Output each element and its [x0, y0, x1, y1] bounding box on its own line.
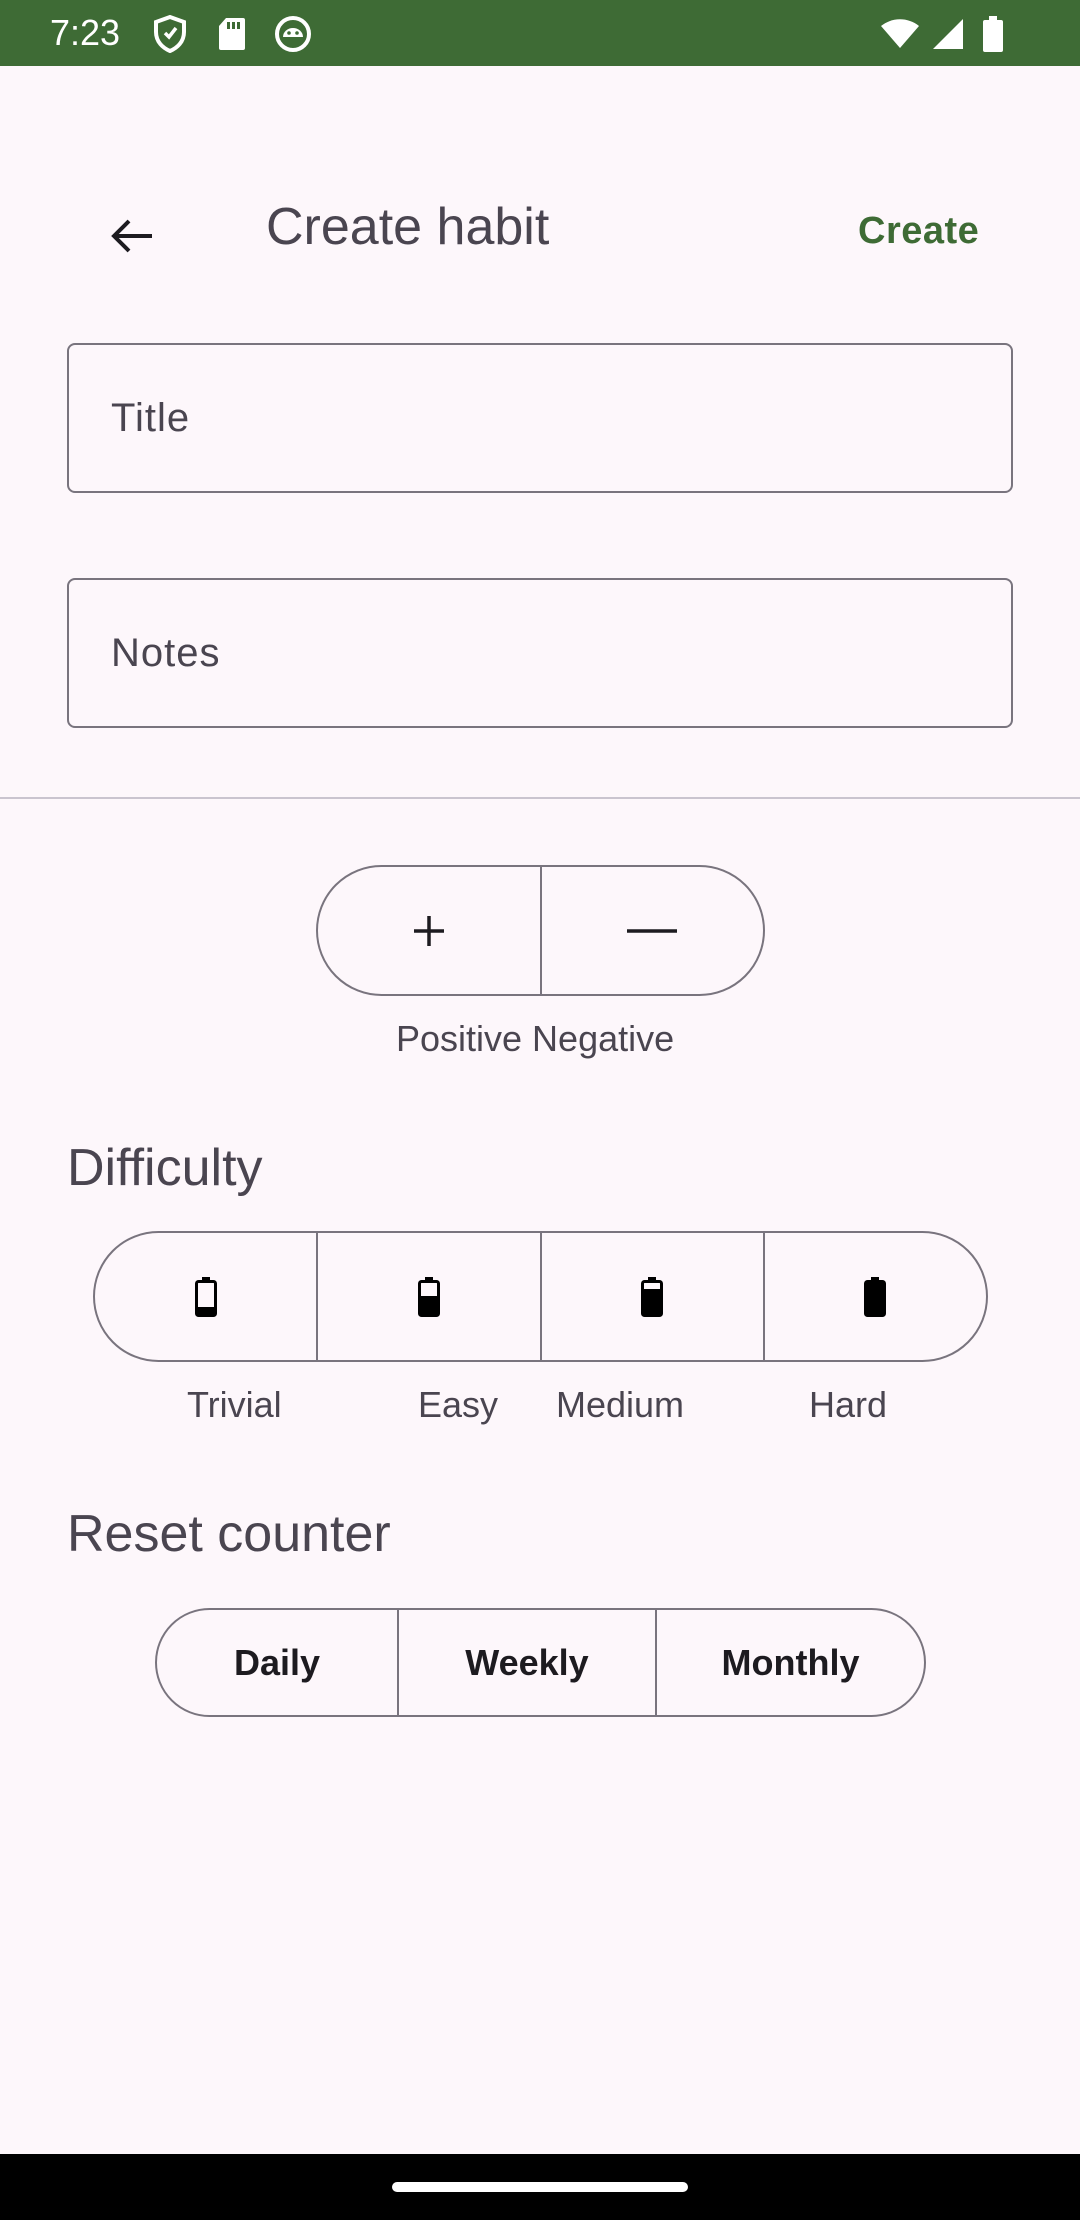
- title-input[interactable]: Title: [67, 343, 1013, 493]
- difficulty-medium-button[interactable]: [539, 1233, 763, 1360]
- create-button[interactable]: Create: [858, 207, 979, 255]
- battery-low-icon: [194, 1276, 217, 1317]
- polarity-segmented-button: [316, 865, 765, 996]
- title-placeholder: Title: [111, 395, 191, 440]
- difficulty-easy-button[interactable]: [316, 1233, 539, 1360]
- minus-icon: [627, 928, 678, 933]
- negative-button[interactable]: [539, 867, 764, 994]
- notes-input[interactable]: Notes: [67, 578, 1013, 728]
- home-gesture-handle[interactable]: [392, 2182, 688, 2192]
- difficulty-trivial-button[interactable]: [95, 1233, 316, 1360]
- battery-full-icon: [864, 1276, 887, 1317]
- notes-placeholder: Notes: [111, 630, 221, 675]
- sd-card-icon: [212, 14, 252, 54]
- shield-icon: [150, 14, 190, 54]
- plus-icon: [413, 915, 444, 946]
- difficulty-label-easy: Easy: [418, 1384, 499, 1425]
- arrow-left-icon: [111, 219, 152, 253]
- battery-half-icon: [417, 1276, 440, 1317]
- page-title: Create habit: [266, 198, 550, 256]
- polarity-labels: Positive Negative: [396, 1018, 675, 1059]
- reset-monthly-button[interactable]: Monthly: [655, 1610, 924, 1715]
- wifi-icon: [880, 14, 920, 54]
- difficulty-title: Difficulty: [67, 1139, 263, 1197]
- difficulty-label-hard: Hard: [809, 1384, 888, 1425]
- difficulty-hard-button[interactable]: [762, 1233, 986, 1360]
- difficulty-label-medium: Medium: [556, 1384, 685, 1425]
- difficulty-segmented-button: [93, 1231, 988, 1362]
- status-time: 7:23: [50, 12, 121, 53]
- divider: [0, 797, 1080, 799]
- back-button[interactable]: [92, 196, 172, 276]
- reset-weekly-button[interactable]: Weekly: [397, 1610, 655, 1715]
- positive-button[interactable]: [318, 867, 540, 994]
- reset-counter-title: Reset counter: [67, 1505, 391, 1563]
- difficulty-label-trivial: Trivial: [187, 1384, 282, 1425]
- battery-icon: [973, 14, 1013, 54]
- cell-signal-icon: [928, 14, 968, 54]
- reset-daily-button[interactable]: Daily: [157, 1610, 397, 1715]
- reset-counter-segmented-button: Daily Weekly Monthly: [155, 1608, 926, 1717]
- android-debug-icon: [273, 14, 313, 54]
- status-bar: 7:23: [0, 0, 1080, 66]
- battery-three-quarter-icon: [641, 1276, 664, 1317]
